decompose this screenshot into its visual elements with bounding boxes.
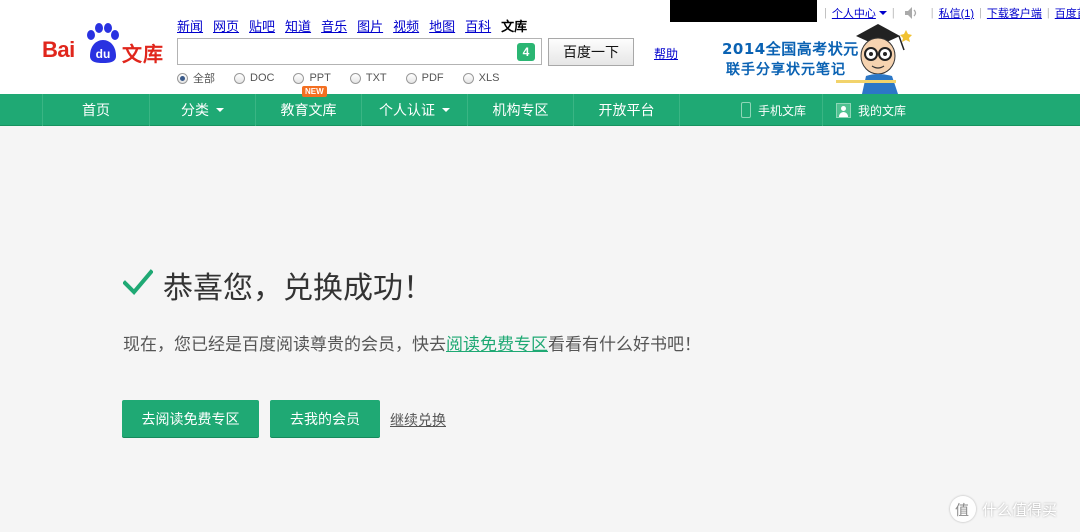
logo-bai-text: Bai <box>42 37 75 62</box>
logo-wenku-text: 文库 <box>122 42 164 66</box>
smzdm-watermark: 什么值得买 <box>950 496 1057 522</box>
topnav-wenku-active: 文库 <box>501 19 528 34</box>
logo-du-text: du <box>96 47 111 61</box>
user-icon <box>836 102 851 118</box>
filter-all[interactable]: 全部 <box>177 70 215 86</box>
filter-pdf-label: PDF <box>421 72 444 84</box>
topnav-map[interactable]: 地图 <box>429 16 455 35</box>
chevron-down-icon <box>216 108 224 112</box>
nav-divider <box>679 94 680 126</box>
go-free-reading-zone-button[interactable]: 去阅读免费专区 <box>122 400 259 437</box>
divider: | <box>1046 7 1050 19</box>
success-message: 现在，您已经是百度阅读尊贵的会员，快去阅读免费专区看看有什么好书吧！ <box>123 330 701 355</box>
nav-personal-certification[interactable]: 个人认证 <box>362 94 467 126</box>
user-bar: | 个人中心 | | 私信(1) | 下载客户端 | 百度首页 <box>819 5 1080 21</box>
message-text-after: 看看有什么好书吧！ <box>548 335 701 355</box>
nav-category-label: 分类 <box>181 103 209 119</box>
divider: | <box>930 7 934 19</box>
nav-category[interactable]: 分类 <box>150 94 255 126</box>
nav-open-platform[interactable]: 开放平台 <box>574 94 679 126</box>
topnav-tieba[interactable]: 贴吧 <box>249 16 275 35</box>
top-nav: 新闻 网页 贴吧 知道 音乐 图片 视频 地图 百科 文库 <box>177 16 527 35</box>
personal-center-link[interactable]: 个人中心 <box>832 5 876 21</box>
free-reading-zone-link[interactable]: 阅读免费专区 <box>446 335 548 355</box>
nav-personal-certification-label: 个人认证 <box>379 103 435 119</box>
help-link[interactable]: 帮助 <box>654 45 678 62</box>
search-input[interactable] <box>178 39 541 64</box>
radio-icon[interactable] <box>234 72 245 84</box>
messages-count: (1) <box>960 8 975 20</box>
filter-all-label: 全部 <box>193 73 215 85</box>
main-nav: 首页 分类 教育文库 个人认证 机构专区 开放平台 手机文库 我的文库 <box>0 94 1080 126</box>
filter-doc-label: DOC <box>250 72 275 84</box>
topnav-baike[interactable]: 百科 <box>465 16 491 35</box>
phone-icon <box>741 102 751 118</box>
success-title: 恭喜您，兑换成功！ <box>163 271 433 306</box>
redacted-username <box>670 0 817 22</box>
continue-redeem-link[interactable]: 继续兑换 <box>390 410 446 430</box>
checkmark-icon <box>123 269 153 295</box>
new-tag-badge: NEW <box>302 86 327 97</box>
speaker-icon[interactable] <box>904 6 920 20</box>
nav-education-library[interactable]: 教育文库 <box>256 94 361 126</box>
search-box[interactable] <box>177 38 542 65</box>
filter-doc[interactable]: DOC <box>234 70 274 86</box>
filter-xls-label: XLS <box>478 72 500 84</box>
filter-txt-label: TXT <box>365 72 387 84</box>
topnav-video[interactable]: 视频 <box>393 16 419 35</box>
go-my-membership-button[interactable]: 去我的会员 <box>270 400 380 437</box>
filter-txt[interactable]: TXT <box>349 70 387 86</box>
filter-xls[interactable]: XLS <box>462 70 500 86</box>
nav-divider <box>822 94 823 126</box>
nav-my-library[interactable]: 我的文库 <box>836 94 906 126</box>
radio-icon[interactable] <box>405 72 417 84</box>
promo-line2: 联手分享状元笔记 <box>726 62 846 78</box>
watermark-logo-icon <box>950 496 976 522</box>
search-button[interactable]: 百度一下 <box>548 38 634 66</box>
divider: | <box>979 7 982 19</box>
topnav-web[interactable]: 网页 <box>213 16 239 35</box>
topnav-news[interactable]: 新闻 <box>177 16 203 35</box>
download-client-link[interactable]: 下载客户端 <box>987 5 1042 21</box>
nav-home[interactable]: 首页 <box>43 94 149 126</box>
radio-selected-icon[interactable] <box>177 72 188 84</box>
nav-my-library-label: 我的文库 <box>858 103 907 118</box>
filter-pdf[interactable]: PDF <box>405 70 444 86</box>
messages-label: 私信 <box>938 8 961 20</box>
radio-icon[interactable] <box>462 72 474 84</box>
watermark-text: 什么值得买 <box>982 500 1058 519</box>
header: Bai du 文库 新闻 网页 贴吧 知道 音乐 图片 视频 地图 百科 文库 … <box>0 0 1080 94</box>
message-text-before: 现在，您已经是百度阅读尊贵的会员，快去 <box>123 335 446 355</box>
messages-link[interactable]: 私信(1) <box>939 5 974 21</box>
topnav-music[interactable]: 音乐 <box>321 16 347 35</box>
radio-icon[interactable] <box>293 72 305 84</box>
baidu-wenku-logo[interactable]: Bai du 文库 <box>40 22 168 66</box>
topnav-zhidao[interactable]: 知道 <box>285 16 311 35</box>
radio-icon[interactable] <box>349 72 361 84</box>
promo-line1: 2014全国高考状元 <box>722 40 859 58</box>
nav-institution-zone[interactable]: 机构专区 <box>468 94 573 126</box>
nav-mobile-library[interactable]: 手机文库 <box>741 94 806 126</box>
filter-ppt[interactable]: PPT <box>293 70 331 86</box>
search-count-badge: 4 <box>517 43 535 61</box>
divider: | <box>824 7 827 19</box>
topnav-images[interactable]: 图片 <box>357 16 383 35</box>
baidu-home-link[interactable]: 百度首页 <box>1055 5 1080 21</box>
chevron-down-icon <box>442 108 450 112</box>
chevron-down-icon[interactable] <box>878 11 887 15</box>
filter-ppt-label: PPT <box>309 72 331 84</box>
filetype-filter: 全部 DOC PPT TXT PDF XLS <box>177 70 518 86</box>
divider: | <box>891 7 895 19</box>
baidu-paw-icon: du <box>87 23 119 63</box>
nav-mobile-library-label: 手机文库 <box>758 103 807 118</box>
gaokao-promo-banner[interactable]: 2014全国高考状元 联手分享状元笔记 <box>716 22 916 94</box>
